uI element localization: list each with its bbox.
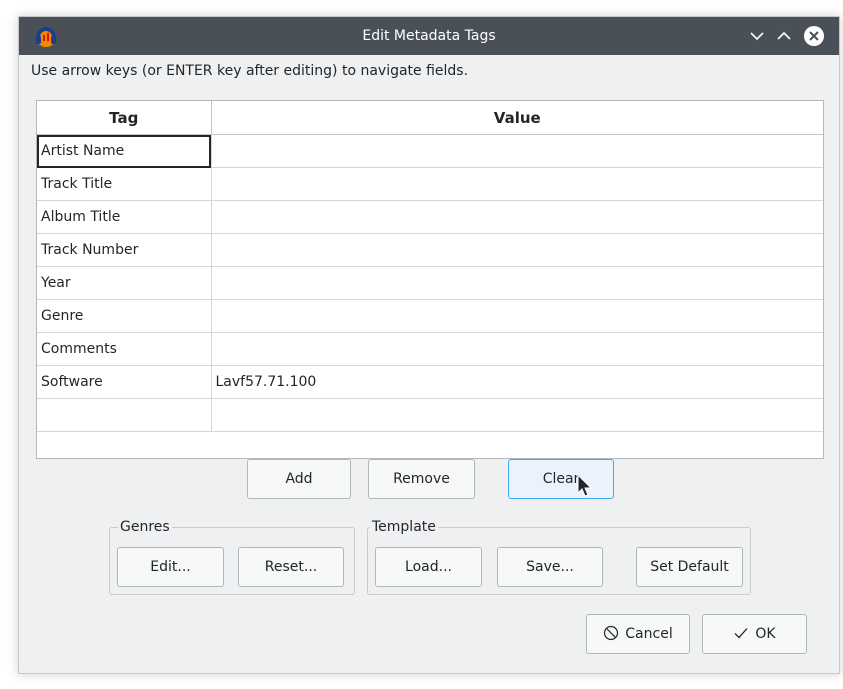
value-cell[interactable] <box>211 266 823 300</box>
table-row <box>37 398 823 432</box>
reset-genres-button[interactable]: Reset... <box>238 547 344 587</box>
value-cell[interactable]: Lavf57.71.100 <box>211 365 823 399</box>
table-row: Album Title <box>37 200 823 234</box>
page: Edit Metadata Tags Use arrow keys (or EN… <box>0 0 843 689</box>
ok-label: OK <box>755 626 776 642</box>
table-row: Software Lavf57.71.100 <box>37 365 823 399</box>
tags-table: Tag Value Artist Name Track Title Album … <box>37 101 823 432</box>
tag-cell[interactable] <box>37 398 212 432</box>
value-cell[interactable] <box>211 233 823 267</box>
value-cell[interactable] <box>211 167 823 201</box>
tag-cell[interactable]: Album Title <box>37 200 212 234</box>
instructions-text: Use arrow keys (or ENTER key after editi… <box>31 63 469 79</box>
tag-cell[interactable]: Comments <box>37 332 212 366</box>
ok-button[interactable]: OK <box>702 614 807 654</box>
template-legend: Template <box>370 518 438 536</box>
window-title: Edit Metadata Tags <box>362 28 496 44</box>
edit-genres-button[interactable]: Edit... <box>117 547 224 587</box>
cancel-label: Cancel <box>625 626 673 642</box>
table-row: Track Title <box>37 167 823 201</box>
tag-cell[interactable]: Track Title <box>37 167 212 201</box>
titlebar[interactable]: Edit Metadata Tags <box>19 17 839 55</box>
value-cell[interactable] <box>211 332 823 366</box>
column-header-tag[interactable]: Tag <box>37 101 212 135</box>
cancel-button[interactable]: Cancel <box>586 614 690 654</box>
table-row: Track Number <box>37 233 823 267</box>
tag-cell[interactable]: Track Number <box>37 233 212 267</box>
add-button[interactable]: Add <box>247 459 351 499</box>
save-template-button[interactable]: Save... <box>497 547 603 587</box>
checkmark-icon <box>734 628 748 639</box>
table-row: Artist Name <box>37 134 823 168</box>
table-header-row: Tag Value <box>37 101 823 135</box>
value-cell[interactable] <box>211 134 823 168</box>
genres-legend: Genres <box>118 518 172 536</box>
clear-button[interactable]: Clear <box>508 459 614 499</box>
tag-cell[interactable]: Genre <box>37 299 212 333</box>
table-row: Year <box>37 266 823 300</box>
value-cell[interactable] <box>211 299 823 333</box>
chevron-up-icon[interactable] <box>773 25 795 47</box>
tag-cell[interactable]: Artist Name <box>37 134 212 168</box>
tag-cell[interactable]: Year <box>37 266 212 300</box>
value-cell[interactable] <box>211 398 823 432</box>
close-icon[interactable] <box>803 25 825 47</box>
tags-grid: Tag Value Artist Name Track Title Album … <box>36 100 824 459</box>
column-header-value[interactable]: Value <box>211 101 823 135</box>
value-cell[interactable] <box>211 200 823 234</box>
edit-metadata-dialog: Edit Metadata Tags Use arrow keys (or EN… <box>18 16 840 674</box>
table-row: Genre <box>37 299 823 333</box>
load-template-button[interactable]: Load... <box>375 547 482 587</box>
table-row: Comments <box>37 332 823 366</box>
chevron-down-icon[interactable] <box>746 25 768 47</box>
tag-cell[interactable]: Software <box>37 365 212 399</box>
remove-button[interactable]: Remove <box>368 459 475 499</box>
cancel-icon <box>604 625 619 641</box>
set-default-button[interactable]: Set Default <box>636 547 743 587</box>
